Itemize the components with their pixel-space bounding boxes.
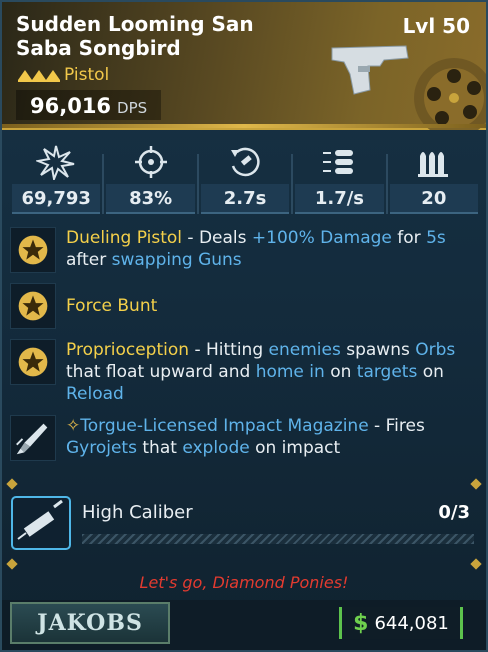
accuracy-crosshair-icon bbox=[134, 146, 167, 178]
reload-time-icon bbox=[231, 147, 260, 177]
perk-text: that bbox=[136, 438, 183, 458]
stat-damage: 69,793 bbox=[10, 140, 102, 214]
pistol-icon bbox=[331, 45, 409, 95]
dollar-icon: $ bbox=[353, 610, 369, 636]
damage-burst-icon bbox=[36, 145, 75, 180]
perk-text: on bbox=[324, 362, 357, 382]
legendary-chevron-icon bbox=[18, 70, 60, 82]
perk-keyword: explode bbox=[182, 438, 250, 458]
star-badge-icon bbox=[10, 227, 56, 273]
perk-keyword: Gyrojets bbox=[66, 438, 137, 458]
stat-accuracy: 83% bbox=[104, 140, 196, 214]
perk-text: on bbox=[417, 362, 444, 382]
perk-text: after bbox=[66, 250, 112, 270]
divider-ornament bbox=[470, 478, 482, 490]
syringe-icon bbox=[11, 496, 71, 550]
stat-damage-value: 69,793 bbox=[12, 184, 101, 214]
price-display: $ 644,081 bbox=[339, 607, 463, 639]
divider-ornament bbox=[6, 558, 18, 570]
dps-value: 96,016 bbox=[30, 94, 112, 118]
perk-text: that float upward and bbox=[66, 362, 256, 382]
item-type-row: Pistol bbox=[18, 65, 109, 85]
perk-title: Dueling Pistol bbox=[66, 228, 182, 248]
stat-reload: 2.7s bbox=[199, 140, 291, 214]
perk-keyword: enemies bbox=[268, 340, 341, 360]
perk-impact-magazine: ✧Torgue-Licensed Impact Magazine - Fires… bbox=[10, 415, 480, 461]
stat-fire-rate: 1.7/s bbox=[293, 140, 385, 214]
fire-rate-icon bbox=[323, 150, 354, 174]
perk-text: - Hitting bbox=[189, 340, 269, 360]
perk-title: Force Bunt bbox=[66, 296, 158, 316]
underbarrel-count: 0/3 bbox=[438, 502, 470, 523]
manufacturer-name: JAKOBS bbox=[37, 610, 143, 636]
perk-description: Proprioception - Hitting enemies spawns … bbox=[66, 339, 478, 405]
perk-keyword: home in bbox=[255, 362, 325, 382]
perk-text: for bbox=[391, 228, 427, 248]
underbarrel-label: High Caliber bbox=[82, 502, 193, 523]
perk-dueling-pistol: Dueling Pistol - Deals +100% Damage for … bbox=[10, 227, 480, 277]
revolver-cylinder-icon bbox=[414, 58, 486, 130]
underbarrel-progress-bar bbox=[82, 534, 474, 544]
stats-row: 69,793 83% 2.7s 1.7/s 20 bbox=[10, 140, 480, 214]
perk-description: ✧Torgue-Licensed Impact Magazine - Fires… bbox=[66, 415, 478, 459]
item-level: Lvl 50 bbox=[402, 14, 470, 38]
perk-text: - Deals bbox=[182, 228, 252, 248]
item-name: Sudden Looming San Saba Songbird bbox=[16, 12, 254, 60]
perk-keyword: Orbs bbox=[415, 340, 456, 360]
price-value: 644,081 bbox=[374, 612, 449, 634]
dps-display: 96,016 DPS bbox=[16, 90, 162, 120]
item-header: Sudden Looming San Saba Songbird Lvl 50 … bbox=[2, 2, 486, 130]
perk-keyword: +100% Damage bbox=[251, 228, 392, 248]
stat-magazine-value: 20 bbox=[389, 184, 479, 214]
stat-reload-value: 2.7s bbox=[200, 184, 290, 214]
divider-ornament bbox=[6, 478, 18, 490]
perk-text: - Fires bbox=[368, 416, 425, 436]
perk-keyword: 5s bbox=[426, 228, 446, 248]
perk-description: Force Bunt bbox=[66, 295, 478, 317]
perk-keyword: Reload bbox=[66, 384, 124, 404]
dps-unit: DPS bbox=[117, 99, 148, 117]
perk-description: Dueling Pistol - Deals +100% Damage for … bbox=[66, 227, 478, 271]
star-badge-icon bbox=[10, 283, 56, 329]
perk-keyword: swapping Guns bbox=[111, 250, 242, 270]
perk-proprioception: Proprioception - Hitting enemies spawns … bbox=[10, 339, 480, 405]
perk-text: on impact bbox=[249, 438, 341, 458]
flavor-text: Let's go, Diamond Ponies! bbox=[139, 573, 349, 592]
star-badge-icon bbox=[10, 339, 56, 385]
perk-title: Torgue-Licensed Impact Magazine bbox=[80, 416, 369, 436]
rocket-icon bbox=[10, 415, 56, 461]
stat-magazine: 20 bbox=[388, 140, 480, 214]
divider-ornament bbox=[470, 558, 482, 570]
stat-fire-rate-value: 1.7/s bbox=[295, 184, 384, 214]
manufacturer-logo: JAKOBS bbox=[10, 602, 170, 644]
item-type: Pistol bbox=[64, 65, 110, 85]
magazine-size-icon bbox=[417, 152, 448, 177]
stat-accuracy-value: 83% bbox=[106, 184, 195, 214]
perk-force-bunt: Force Bunt bbox=[10, 283, 480, 331]
perk-title: Proprioception bbox=[66, 340, 190, 360]
torgue-icon: ✧ bbox=[66, 416, 81, 436]
perk-keyword: targets bbox=[356, 362, 418, 382]
perk-text: spawns bbox=[340, 340, 416, 360]
item-card: Sudden Looming San Saba Songbird Lvl 50 … bbox=[0, 0, 488, 652]
